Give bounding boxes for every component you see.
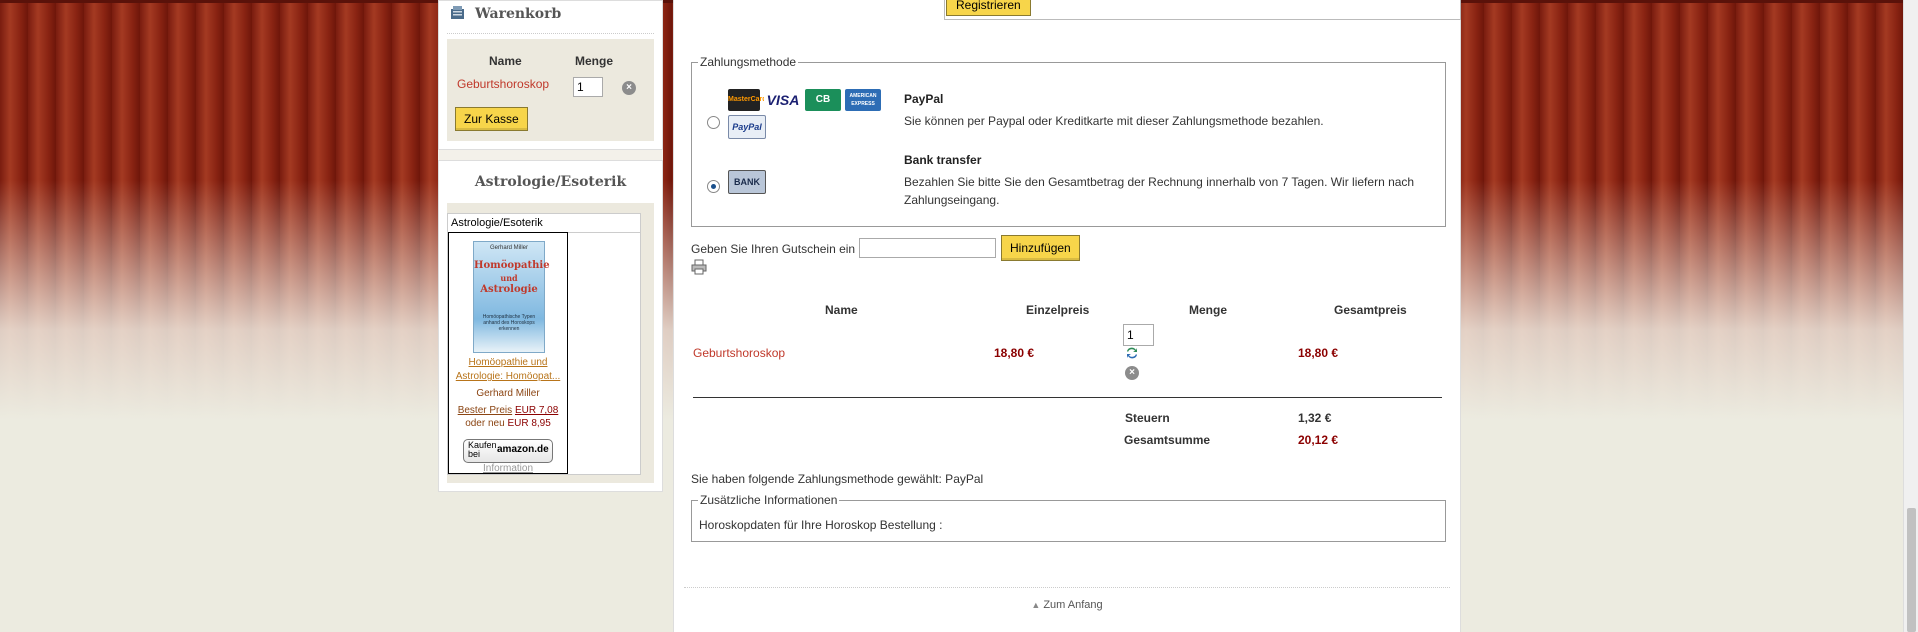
amazon-logo: amazon.de: [497, 444, 549, 455]
cart-module: Warenkorb Name Menge Geburtshoroskop × Z…: [438, 0, 663, 150]
best-price-value: EUR 7,08: [514, 405, 559, 416]
remove-order-item-icon[interactable]: ×: [1125, 366, 1139, 380]
bank-logo: BANK: [728, 170, 766, 194]
tax-label: Steuern: [1125, 411, 1170, 425]
to-top-label: Zum Anfang: [1043, 599, 1103, 611]
checkout-panel: Registrieren Zahlungsmethode MasterCard …: [673, 0, 1461, 632]
scrollbar-thumb[interactable]: [1907, 508, 1916, 632]
new-price-label: oder neu: [465, 418, 505, 429]
paypal-logo: PayPal: [728, 115, 766, 139]
book-cover-subtitle: Homöopathische Typen anhand des Horoskop…: [482, 314, 536, 332]
book-cover-title: Homöopathie und Astrologie: [474, 260, 550, 296]
book-cover-title-line: und: [500, 273, 518, 283]
mastercard-logo: MasterCard: [728, 89, 767, 111]
cart-icon: [451, 6, 464, 19]
chosen-payment-text: Sie haben folgende Zahlungsmethode gewäh…: [691, 472, 984, 486]
buy-at-amazon-button[interactable]: Kaufen bei amazon.de: [463, 439, 553, 463]
grand-total-value: 20,12 €: [1298, 433, 1339, 447]
book-author: Gerhard Miller: [476, 388, 540, 399]
amex-logo: AMERICAN EXPRESS: [845, 89, 881, 111]
bank-transfer-title: Bank transfer: [904, 153, 982, 167]
add-coupon-button[interactable]: Hinzufügen: [1001, 235, 1080, 261]
book-title-link[interactable]: Homöopathie und: [449, 357, 567, 368]
order-total-price: 18,80 €: [1298, 346, 1339, 360]
best-price[interactable]: Bester Preis EUR 7,08: [449, 405, 567, 416]
bank-transfer-description: Bezahlen Sie bitte Sie den Gesamtbetrag …: [904, 175, 1415, 207]
cart-title: Warenkorb: [475, 6, 562, 22]
col-name: Name: [825, 303, 858, 317]
book-cover-author: Gerhard Miller: [489, 245, 528, 251]
left-sidebar: Warenkorb Name Menge Geburtshoroskop × Z…: [438, 0, 663, 492]
book-cover-image[interactable]: Gerhard Miller Homöopathie und Astrologi…: [473, 241, 550, 353]
astro-module: Astrologie/Esoterik Astrologie/Esoterik …: [438, 160, 663, 492]
bank-transfer-radio[interactable]: [707, 180, 720, 193]
widget-header: Astrologie/Esoterik: [448, 214, 640, 233]
arrow-up-icon: ▲: [1031, 600, 1041, 610]
grand-total-label: Gesamtsumme: [1124, 433, 1211, 447]
astro-title: Astrologie/Esoterik: [474, 174, 627, 190]
to-top-link[interactable]: ▲ Zum Anfang: [674, 599, 1460, 611]
table-divider: [693, 397, 1442, 398]
cart-col-name: Name: [489, 54, 522, 68]
coupon-input[interactable]: [859, 238, 996, 258]
new-price-value: EUR 8,95: [507, 418, 551, 429]
book-cover-title-line: Homöopathie: [474, 260, 550, 271]
extra-info-legend: Zusätzliche Informationen: [700, 493, 838, 507]
book-cover-title-line: Astrologie: [480, 284, 538, 295]
paypal-title: PayPal: [904, 92, 944, 106]
remove-item-icon[interactable]: ×: [622, 81, 636, 95]
cb-logo: CB: [805, 89, 841, 111]
col-total: Gesamtpreis: [1334, 303, 1407, 317]
extra-info-text: Horoskopdaten für Ihre Horoskop Bestellu…: [699, 518, 943, 532]
payment-legend: Zahlungsmethode: [700, 55, 797, 69]
scrollbar[interactable]: [1903, 0, 1918, 632]
cart-qty-input[interactable]: [573, 77, 603, 97]
coupon-label: Geben Sie Ihren Gutschein ein: [691, 242, 856, 256]
cart-col-qty: Menge: [575, 54, 614, 68]
col-qty: Menge: [1189, 303, 1228, 317]
info-link[interactable]: Information: [449, 463, 567, 474]
amazon-buy-text: Kaufen bei: [468, 440, 497, 459]
order-qty-input[interactable]: [1123, 324, 1154, 346]
best-price-label: Bester Preis: [457, 405, 513, 416]
printer-icon[interactable]: [691, 259, 707, 275]
divider: [684, 587, 1450, 588]
col-unit-price: Einzelpreis: [1026, 303, 1090, 317]
book-title-link-2[interactable]: Astrologie: Homöopat...: [449, 371, 567, 382]
paypal-radio[interactable]: [707, 116, 720, 129]
paypal-description: Sie können per Paypal oder Kreditkarte m…: [904, 114, 1324, 128]
order-unit-price: 18,80 €: [994, 346, 1035, 360]
new-price: oder neu EUR 8,95: [449, 418, 567, 429]
tax-value: 1,32 €: [1298, 411, 1332, 425]
register-button[interactable]: Registrieren: [946, 0, 1031, 16]
amazon-widget: Astrologie/Esoterik Gerhard Miller Homöo…: [447, 213, 641, 475]
payment-method-fieldset: Zahlungsmethode MasterCard VISA CB AMERI…: [691, 55, 1446, 227]
order-item-link[interactable]: Geburtshoroskop: [693, 346, 785, 360]
divider: [447, 33, 654, 34]
product-card: Gerhard Miller Homöopathie und Astrologi…: [448, 232, 568, 474]
refresh-icon[interactable]: [1125, 346, 1139, 360]
cart-content: Name Menge Geburtshoroskop × Zur Kasse: [447, 39, 654, 141]
visa-logo: VISA: [764, 89, 802, 111]
checkout-button[interactable]: Zur Kasse: [455, 107, 528, 131]
cart-item-link[interactable]: Geburtshoroskop: [457, 77, 549, 91]
